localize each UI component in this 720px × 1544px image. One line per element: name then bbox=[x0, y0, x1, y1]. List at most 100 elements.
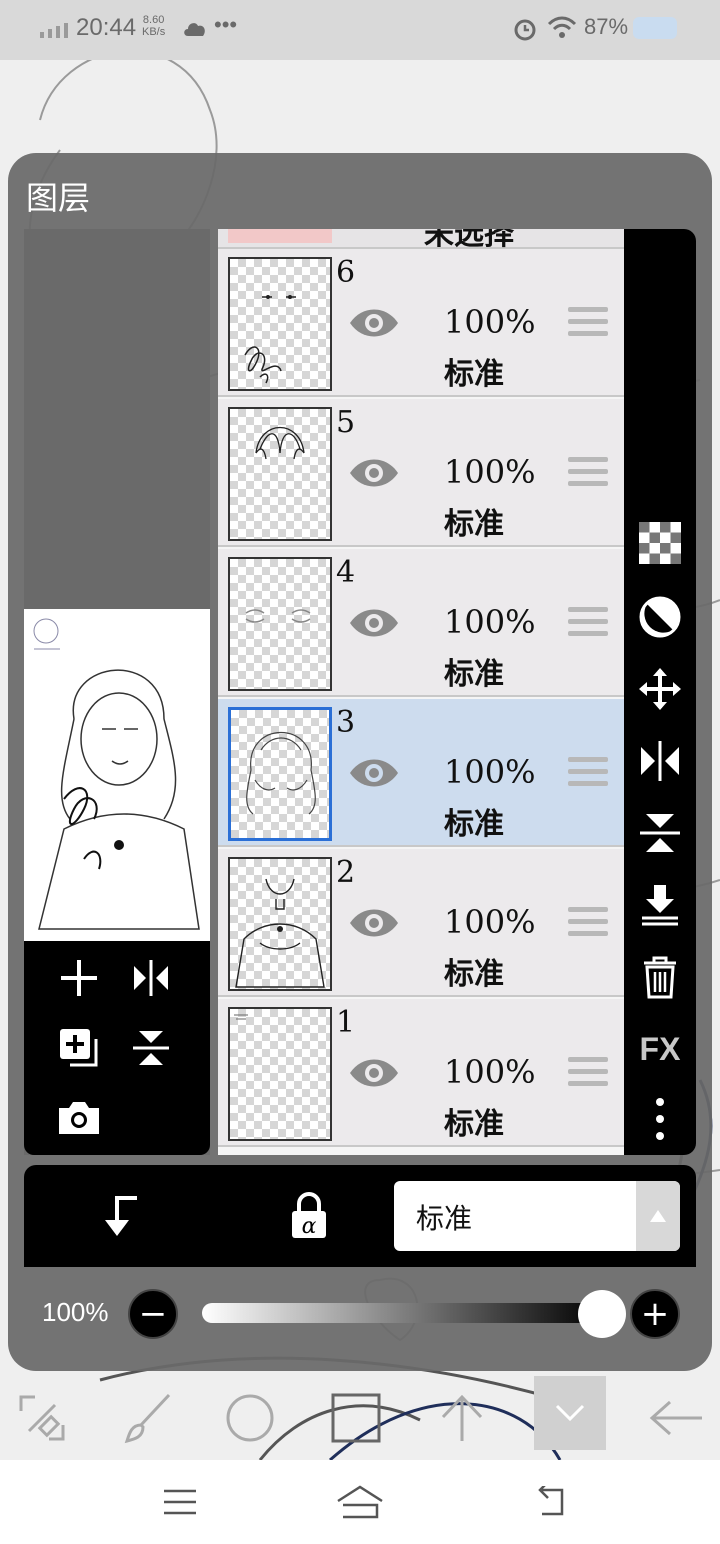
selection-tool[interactable] bbox=[324, 1386, 388, 1450]
drag-handle-icon[interactable] bbox=[568, 607, 608, 639]
flip-vertical-icon bbox=[133, 1031, 169, 1065]
move-button[interactable] bbox=[636, 665, 684, 713]
layer-thumbnail bbox=[228, 857, 332, 991]
eye-icon[interactable] bbox=[348, 605, 400, 641]
chevron-down-icon bbox=[555, 1404, 585, 1422]
eye-icon[interactable] bbox=[348, 1055, 400, 1091]
more-notifications-icon: ••• bbox=[214, 12, 238, 37]
opacity-slider-thumb[interactable] bbox=[578, 1290, 626, 1338]
opacity-slider[interactable] bbox=[202, 1303, 602, 1323]
flip-horizontal-icon bbox=[641, 741, 679, 781]
dropdown-arrow-icon bbox=[636, 1181, 680, 1251]
layer-blend-mode: 标准 bbox=[444, 357, 504, 392]
layer-row[interactable]: 6 100% 标准 bbox=[218, 249, 624, 397]
flip-horizontal-button[interactable] bbox=[124, 951, 178, 1005]
back-nav-button[interactable] bbox=[518, 1480, 578, 1524]
status-bar: 20:44 8.60 KB/s ••• 87% bbox=[0, 0, 720, 60]
status-time: 20:44 bbox=[76, 14, 137, 41]
eye-icon[interactable] bbox=[348, 305, 400, 341]
layer-options-bar: α 标准 bbox=[24, 1165, 696, 1267]
layer-list[interactable]: 未选择 6 100% 标准 5 100% 标准 4 100% 标准 3 100%… bbox=[218, 229, 624, 1155]
layer-number: 5 bbox=[336, 405, 356, 440]
eye-icon[interactable] bbox=[348, 755, 400, 791]
layer-blend-mode: 标准 bbox=[444, 1107, 504, 1142]
layer-blend-mode: 标准 bbox=[444, 807, 504, 842]
circle-icon bbox=[226, 1394, 274, 1442]
duplicate-icon bbox=[60, 1029, 98, 1067]
contrast-icon bbox=[639, 596, 681, 638]
alpha-lock-button[interactable]: α bbox=[282, 1187, 336, 1245]
menu-icon bbox=[164, 1489, 196, 1515]
transform-tool[interactable] bbox=[10, 1386, 74, 1450]
drag-handle-icon[interactable] bbox=[568, 757, 608, 789]
layer-row[interactable]: 5 100% 标准 bbox=[218, 399, 624, 547]
battery-icon bbox=[633, 17, 677, 39]
layer-opacity: 100% bbox=[444, 1053, 536, 1091]
add-layer-button[interactable] bbox=[52, 951, 106, 1005]
opacity-control: 100% − + bbox=[24, 1267, 696, 1357]
layer-opacity: 100% bbox=[444, 753, 536, 791]
layer-row[interactable]: 4 100% 标准 bbox=[218, 549, 624, 697]
flip-vertical-icon bbox=[640, 814, 680, 852]
fx-button[interactable]: FX bbox=[636, 1025, 684, 1073]
opacity-increase-button[interactable]: + bbox=[630, 1289, 680, 1339]
wifi-icon bbox=[547, 16, 577, 38]
merge-down-button[interactable] bbox=[636, 881, 684, 929]
eye-icon[interactable] bbox=[348, 455, 400, 491]
duplicate-layer-button[interactable] bbox=[52, 1021, 106, 1075]
cloud-icon bbox=[184, 23, 205, 36]
clipping-mask-button[interactable] bbox=[94, 1189, 148, 1243]
flip-vertical-layer-button[interactable] bbox=[636, 809, 684, 857]
delete-layer-button[interactable] bbox=[636, 953, 684, 1001]
network-speed: 8.60 KB/s bbox=[142, 14, 166, 38]
blend-mode-select[interactable]: 标准 bbox=[394, 1181, 680, 1251]
layer-number: 2 bbox=[336, 855, 356, 890]
layer-row-partial: 未选择 bbox=[218, 229, 624, 252]
home-nav-button[interactable] bbox=[330, 1480, 390, 1524]
drawing-toolbar bbox=[0, 1376, 720, 1460]
camera-import-button[interactable] bbox=[52, 1091, 106, 1145]
up-arrow-icon bbox=[441, 1394, 483, 1441]
layer-row-selected[interactable]: 3 100% 标准 bbox=[218, 699, 624, 847]
drag-handle-icon[interactable] bbox=[568, 907, 608, 939]
home-icon bbox=[337, 1485, 383, 1519]
transparency-icon bbox=[639, 522, 681, 564]
system-navigation-bar bbox=[0, 1460, 720, 1544]
clipping-button[interactable] bbox=[636, 593, 684, 641]
layer-opacity: 100% bbox=[444, 453, 536, 491]
flip-vertical-button[interactable] bbox=[124, 1021, 178, 1075]
battery-percent: 87% bbox=[584, 14, 629, 39]
layer-number: 1 bbox=[336, 1005, 356, 1040]
brush-tool[interactable] bbox=[116, 1386, 180, 1450]
upload-tool[interactable] bbox=[430, 1386, 494, 1450]
left-arrow-icon bbox=[649, 1400, 702, 1436]
layer-panel: 图层 未选择 6 100% 标准 5 100% 标准 4 100% 标准 3 1… bbox=[8, 153, 712, 1371]
flip-horizontal-icon bbox=[134, 960, 168, 996]
drag-handle-icon[interactable] bbox=[568, 1057, 608, 1089]
eye-icon[interactable] bbox=[348, 905, 400, 941]
layer-thumbnail bbox=[228, 407, 332, 541]
clip-arrow-icon bbox=[105, 1196, 137, 1236]
drag-handle-icon[interactable] bbox=[568, 307, 608, 339]
transparency-button[interactable] bbox=[636, 519, 684, 567]
plus-icon: + bbox=[640, 1294, 670, 1334]
shape-tool[interactable] bbox=[218, 1386, 282, 1450]
preview-tools bbox=[24, 941, 210, 1155]
collapse-panel-button[interactable] bbox=[534, 1376, 606, 1450]
more-options-button[interactable] bbox=[636, 1095, 684, 1143]
alpha-lock-icon: α bbox=[292, 1192, 326, 1239]
flip-horizontal-layer-button[interactable] bbox=[636, 737, 684, 785]
menu-nav-button[interactable] bbox=[150, 1480, 210, 1524]
rectangle-icon bbox=[331, 1393, 381, 1443]
layer-side-toolbar: FX bbox=[624, 229, 696, 1155]
layer-row[interactable]: 2 100% 标准 bbox=[218, 849, 624, 997]
drag-handle-icon[interactable] bbox=[568, 457, 608, 489]
back-tool-button[interactable] bbox=[644, 1386, 708, 1450]
opacity-label: 100% bbox=[42, 1297, 109, 1327]
layer-row[interactable]: 1 100% 标准 bbox=[218, 999, 624, 1147]
layer-blend-mode: 标准 bbox=[444, 657, 504, 692]
minus-icon: − bbox=[138, 1294, 168, 1334]
opacity-decrease-button[interactable]: − bbox=[128, 1289, 178, 1339]
layer-number: 3 bbox=[336, 705, 356, 740]
canvas-preview-image bbox=[24, 609, 210, 941]
